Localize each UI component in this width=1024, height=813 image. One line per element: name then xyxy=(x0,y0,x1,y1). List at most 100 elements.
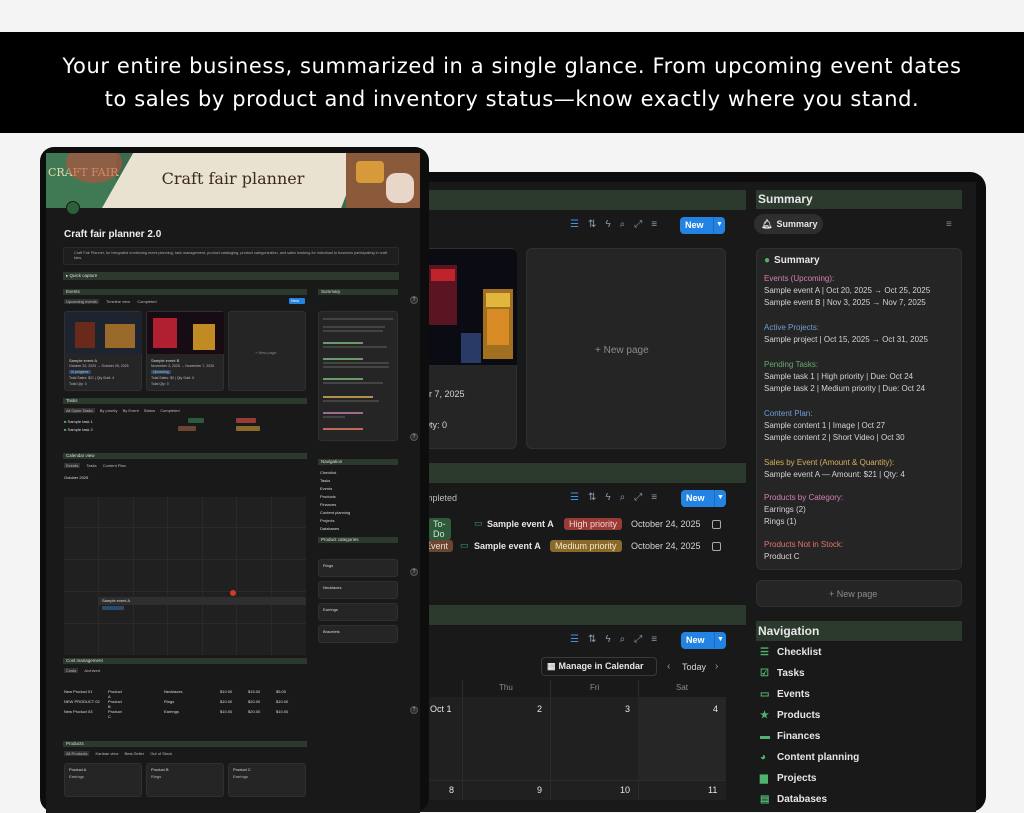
comment-icon[interactable]: ? xyxy=(410,296,418,304)
events-new-button[interactable]: New ▼ xyxy=(680,217,725,234)
sort-icon[interactable]: ⇅ xyxy=(588,634,596,645)
categories-heading: Products by Category: xyxy=(764,493,844,502)
checklist-icon: ☰ xyxy=(760,647,769,658)
automation-icon[interactable]: ϟ xyxy=(605,634,610,645)
intro-callout: Craft Fair Planner, for integrated monit… xyxy=(63,247,399,265)
comment-icon[interactable]: ? xyxy=(410,706,418,714)
filter-icon[interactable]: ☰ xyxy=(570,492,579,503)
products-tabs[interactable]: All Products Kanban view Best-Seller Out… xyxy=(64,751,172,756)
tasks-toolbar[interactable]: ☰ ⇅ ϟ ⌕ ⤢ ≡ xyxy=(570,492,657,503)
expand-icon[interactable]: ⤢ xyxy=(634,492,642,503)
cover-title: Craft fair planner xyxy=(161,169,305,188)
task-date: October 24, 2025 xyxy=(631,541,701,551)
task-row[interactable]: ■ Sample task 1 xyxy=(64,419,93,424)
product-card[interactable]: Product A Earrings xyxy=(64,763,142,797)
nav-item-content-planning[interactable]: ◕ Content planning xyxy=(760,752,859,763)
event-icon: ▭ xyxy=(460,540,469,550)
chevron-down-icon[interactable]: ▼ xyxy=(714,632,726,649)
nav-item-checklist[interactable]: ☰ Checklist xyxy=(760,647,821,658)
expand-icon[interactable]: ⤢ xyxy=(634,634,642,645)
calendar-new-button[interactable]: New ▼ xyxy=(681,632,726,649)
category-card[interactable]: Bracelets xyxy=(318,625,398,643)
nav-item-finances[interactable]: ▬ Finances xyxy=(760,731,820,742)
nav-item-projects[interactable]: ▆ Projects xyxy=(760,773,816,784)
task-date: October 24, 2025 xyxy=(631,519,701,529)
filter-icon[interactable]: ☰ xyxy=(570,219,579,230)
side-navigation-list[interactable]: Checklist Tasks Events Products Finances… xyxy=(320,469,350,533)
sales-heading: Sales by Event (Amount & Quantity): xyxy=(764,458,895,467)
product-card[interactable]: Product C Earrings xyxy=(228,763,306,797)
comment-icon[interactable]: ? xyxy=(410,568,418,576)
events-toolbar[interactable]: ☰ ⇅ ϟ ⌕ ⤢ ≡ xyxy=(570,219,657,230)
nav-item-events[interactable]: ▭ Events xyxy=(760,689,810,700)
task-row[interactable]: ■ Sample task 2 xyxy=(64,427,93,432)
headline-line-1: Your entire business, summarized in a si… xyxy=(62,54,962,78)
table-row[interactable]: NEW PRODUCT 02 Product B Rings $10.00 $20.00… xyxy=(64,699,288,709)
search-icon[interactable]: ⌕ xyxy=(620,634,626,645)
chevron-down-icon[interactable]: ▼ xyxy=(713,217,725,234)
automation-icon[interactable]: ϟ xyxy=(605,492,610,503)
navigation-header: Navigation xyxy=(756,621,962,641)
automation-icon[interactable]: ϟ xyxy=(605,219,610,230)
task-event-link[interactable]: Sample event A xyxy=(487,519,554,529)
task-status: To-Do xyxy=(428,518,451,540)
settings-icon[interactable]: ≡ xyxy=(651,219,657,230)
task-checkbox[interactable] xyxy=(712,542,721,551)
chevron-down-icon[interactable]: ▼ xyxy=(714,490,726,507)
calendar-day[interactable]: 9 xyxy=(537,785,542,795)
page-icon xyxy=(66,201,80,215)
quick-capture-toggle[interactable]: ▸ Quick capture xyxy=(63,272,399,280)
sort-icon[interactable]: ⇅ xyxy=(588,219,596,230)
task-checkbox[interactable] xyxy=(712,520,721,529)
new-page-label: + New page xyxy=(595,345,649,356)
calendar-day[interactable]: 3 xyxy=(625,704,630,714)
events-new-button[interactable]: New xyxy=(289,298,305,304)
event-card-a[interactable]: ber 7, 2025 Qty: 0 xyxy=(419,248,517,449)
calendar-day[interactable]: 10 xyxy=(620,785,630,795)
next-arrow-icon[interactable]: › xyxy=(715,661,718,672)
event-card[interactable]: Sample event A October 20, 2025 → Octobe… xyxy=(64,311,142,391)
task-event-link[interactable]: Sample event A xyxy=(474,541,541,551)
comment-icon[interactable]: ? xyxy=(410,433,418,441)
calendar-tabs[interactable]: Events Tasks Content Plan xyxy=(64,463,126,468)
calendar-event[interactable]: Sample event A xyxy=(102,598,130,603)
calendar-day[interactable]: 11 xyxy=(708,785,717,795)
cost-tabs[interactable]: Costs Archived xyxy=(64,668,100,673)
search-icon[interactable]: ⌕ xyxy=(620,492,626,503)
summary-new-page[interactable]: + New page xyxy=(756,580,962,607)
tasks-new-button[interactable]: New ▼ xyxy=(681,490,726,507)
calendar-day[interactable]: Oct 1 xyxy=(430,704,452,714)
tasks-tabs[interactable]: All Open Tasks By priority By Event Stat… xyxy=(64,408,180,413)
summary-view-tab[interactable]: 🔔︎ Summary xyxy=(754,214,823,234)
prev-arrow-icon[interactable]: ‹ xyxy=(667,661,670,672)
search-icon[interactable]: ⌕ xyxy=(620,219,626,230)
task-status xyxy=(178,426,196,431)
category-card[interactable]: Rings xyxy=(318,559,398,577)
expand-icon[interactable]: ⤢ xyxy=(634,219,642,230)
events-tabs[interactable]: Upcoming events Timeline view Completed xyxy=(64,299,157,304)
calendar-day[interactable]: 8 xyxy=(449,785,454,795)
category-card[interactable]: Earrings xyxy=(318,603,398,621)
summary-stock: Products Not in Stock: Product C xyxy=(764,539,843,563)
event-card[interactable]: Sample event B November 3, 2025 → Novemb… xyxy=(146,311,224,391)
settings-icon[interactable]: ≡ xyxy=(651,492,657,503)
nav-item-tasks[interactable]: ☑ Tasks xyxy=(760,668,805,679)
today-button[interactable]: Today xyxy=(682,662,706,672)
sort-icon[interactable]: ⇅ xyxy=(588,492,596,503)
settings-icon[interactable]: ≡ xyxy=(946,219,952,230)
manage-in-calendar-button[interactable]: ▦ Manage in Calendar xyxy=(541,657,657,676)
table-row[interactable]: New Product 03 Product C Earrings $10.00 $20… xyxy=(64,709,288,719)
table-row[interactable]: New Product 01 Product A Necklaces $10.00 $1… xyxy=(64,689,286,699)
calendar-day[interactable]: 4 xyxy=(713,704,718,714)
nav-item-products[interactable]: ★ Products xyxy=(760,710,820,721)
filter-icon[interactable]: ☰ xyxy=(570,634,579,645)
new-page-card[interactable]: + New page xyxy=(228,311,306,391)
calendar-toolbar[interactable]: ☰ ⇅ ϟ ⌕ ⤢ ≡ xyxy=(570,634,657,645)
settings-icon[interactable]: ≡ xyxy=(651,634,657,645)
new-page-card[interactable]: + New page xyxy=(526,248,726,449)
product-card[interactable]: Product B Rings xyxy=(146,763,224,797)
content-heading: Content Plan: xyxy=(764,409,813,418)
category-card[interactable]: Necklaces xyxy=(318,581,398,599)
calendar-day[interactable]: 2 xyxy=(537,704,542,714)
star-icon: ★ xyxy=(760,710,769,721)
